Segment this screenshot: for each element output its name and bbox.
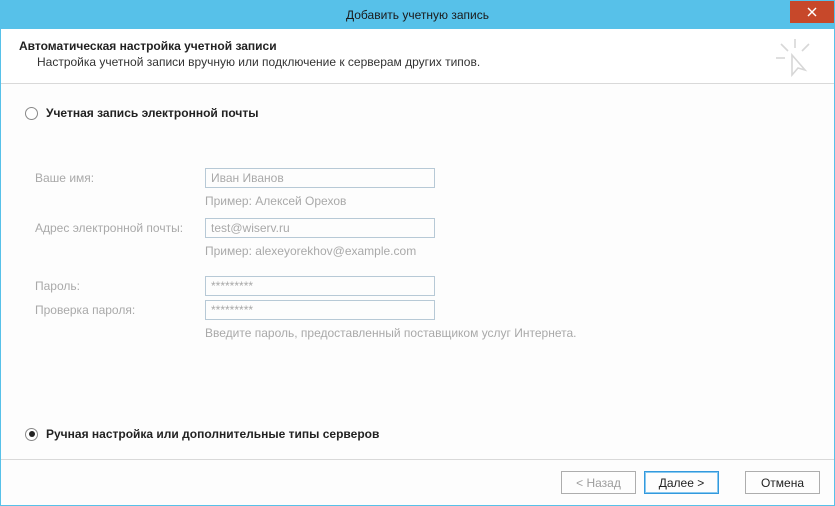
row-password-confirm: Проверка пароля:	[35, 300, 810, 320]
email-form: Ваше имя: Пример: Алексей Орехов Адрес э…	[35, 168, 810, 340]
wizard-footer: < Назад Далее > Отмена	[1, 459, 834, 505]
row-email-hint: Пример: alexeyorekhov@example.com	[35, 242, 810, 258]
name-label: Ваше имя:	[35, 171, 205, 185]
name-hint: Пример: Алексей Орехов	[205, 192, 346, 208]
row-password: Пароль:	[35, 276, 810, 296]
option-manual[interactable]: Ручная настройка или дополнительные типы…	[25, 427, 379, 441]
name-field	[205, 168, 435, 188]
close-button[interactable]	[790, 1, 834, 23]
cancel-button[interactable]: Отмена	[745, 471, 820, 494]
header-title: Автоматическая настройка учетной записи	[19, 39, 816, 53]
option-manual-label: Ручная настройка или дополнительные типы…	[46, 427, 379, 441]
row-email: Адрес электронной почты:	[35, 218, 810, 238]
option-email-account-label: Учетная запись электронной почты	[46, 106, 259, 120]
wizard-body: Учетная запись электронной почты Ваше им…	[1, 84, 834, 459]
email-hint: Пример: alexeyorekhov@example.com	[205, 242, 416, 258]
add-account-window: Добавить учетную запись Автоматическая н…	[0, 0, 835, 506]
next-button[interactable]: Далее >	[644, 471, 719, 494]
header-subtitle: Настройка учетной записи вручную или под…	[37, 55, 816, 69]
row-name: Ваше имя:	[35, 168, 810, 188]
radio-icon	[25, 107, 38, 120]
password-field	[205, 276, 435, 296]
titlebar: Добавить учетную запись	[1, 1, 834, 29]
wizard-header: Автоматическая настройка учетной записи …	[1, 29, 834, 84]
option-email-account[interactable]: Учетная запись электронной почты	[25, 106, 810, 120]
row-name-hint: Пример: Алексей Орехов	[35, 192, 810, 208]
back-button: < Назад	[561, 471, 636, 494]
radio-icon	[25, 428, 38, 441]
row-password-hint: Введите пароль, предоставленный поставщи…	[35, 324, 810, 340]
email-field	[205, 218, 435, 238]
email-label: Адрес электронной почты:	[35, 221, 205, 235]
password-hint: Введите пароль, предоставленный поставщи…	[205, 324, 577, 340]
window-title: Добавить учетную запись	[346, 8, 489, 22]
password-confirm-label: Проверка пароля:	[35, 303, 205, 317]
wizard-cursor-icon	[774, 37, 816, 79]
password-confirm-field	[205, 300, 435, 320]
password-label: Пароль:	[35, 279, 205, 293]
close-icon	[807, 7, 817, 17]
